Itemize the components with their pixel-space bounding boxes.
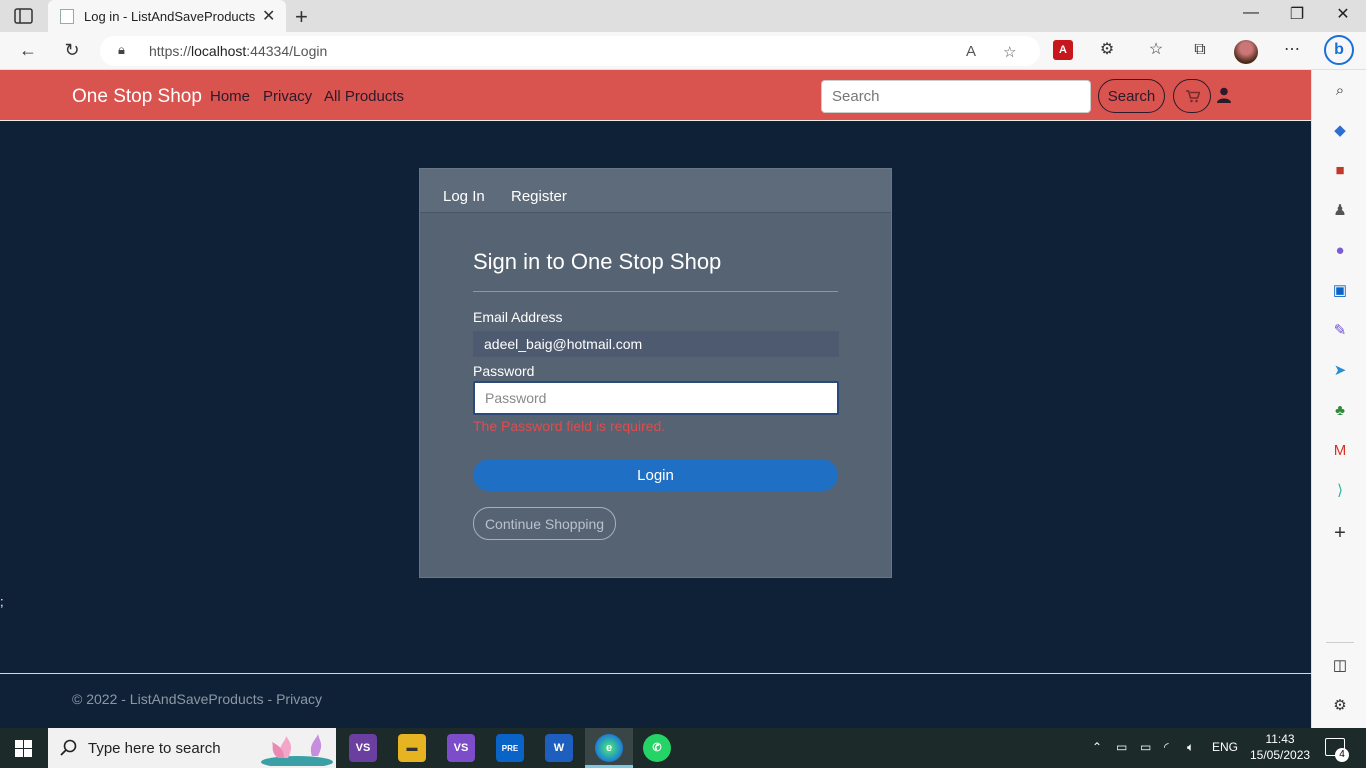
sidebar-outlook-icon[interactable]: ▣ [1329,280,1351,302]
search-icon [60,739,77,756]
minimize-icon[interactable]: — [1236,4,1266,22]
login-card: Log In Register Sign in to One Stop Shop… [419,168,892,578]
sidebar-designer-icon[interactable]: ✎ [1329,320,1351,342]
sidebar-office-icon[interactable]: ● [1329,240,1351,262]
nav-link-all-products[interactable]: All Products [324,88,404,105]
site-navbar: One Stop Shop Home Privacy All Products … [0,70,1311,121]
edge-icon[interactable]: e [595,734,623,762]
clock-date: 15/05/2023 [1250,748,1311,762]
cart-button[interactable] [1173,79,1211,113]
page-favicon-icon [60,9,74,24]
visual-studio-icon[interactable]: VS [349,734,377,762]
meet-now-icon[interactable]: ▭ [1116,740,1127,754]
title-divider [473,291,838,292]
refresh-icon[interactable]: ↻ [61,40,83,61]
tab-login[interactable]: Log In [443,188,485,205]
restore-icon[interactable]: ❐ [1282,4,1312,24]
web-page: One Stop Shop Home Privacy All Products … [0,70,1311,728]
taskbar-search-placeholder: Type here to search [88,740,221,757]
lock-icon[interactable]: 🔒︎ [118,42,125,58]
bing-copilot-icon[interactable]: b [1324,35,1354,65]
tab-title: Log in - ListAndSaveProducts [84,9,256,24]
site-brand[interactable]: One Stop Shop [72,86,202,108]
sidebar-search-icon[interactable]: ⌕ [1329,80,1351,102]
tab-close-icon[interactable]: ✕ [262,6,275,26]
battery-icon[interactable]: ▭ [1140,740,1151,754]
user-icon[interactable] [1217,87,1231,103]
volume-muted-icon[interactable]: 🔈︎ [1187,740,1194,755]
continue-shopping-button[interactable]: Continue Shopping [473,507,616,540]
sidebar-settings-icon[interactable]: ⚙ [1329,695,1351,717]
lotus-illustration-icon [261,734,333,766]
sidebar-add-icon[interactable]: + [1329,522,1351,544]
footer-copyright: © 2022 - ListAndSaveProducts - [72,691,277,707]
sidebar-tree-icon[interactable]: ♣ [1329,400,1351,422]
read-aloud-icon[interactable]: A [966,43,976,60]
collections-icon[interactable]: ⧉ [1190,40,1210,60]
sidebar-games-icon[interactable]: ♟ [1329,200,1351,222]
email-label: Email Address [473,309,563,325]
window-close-icon[interactable]: ✕ [1328,4,1358,24]
browser-tab[interactable]: Log in - ListAndSaveProducts ✕ [48,0,286,32]
wifi-icon[interactable]: ◜ [1164,740,1169,754]
back-icon[interactable]: ← [17,40,39,61]
login-card-tabs: Log In Register [420,169,891,213]
file-explorer-icon[interactable]: ▬ [398,734,426,762]
outlook-preview-icon[interactable]: PRE [496,734,524,762]
taskbar-search-box[interactable]: Type here to search [48,728,336,768]
visual-studio-preview-icon[interactable]: VS [447,734,475,762]
sidebar-gmail-icon[interactable]: M [1329,440,1351,462]
site-search-button[interactable]: Search [1098,79,1165,113]
new-tab-icon[interactable]: + [295,4,308,30]
nav-link-home[interactable]: Home [210,88,250,105]
email-field[interactable] [473,331,839,357]
pdf-extension-icon[interactable]: A [1053,40,1073,60]
whatsapp-icon[interactable]: ✆ [643,734,671,762]
sidebar-tools-icon[interactable]: ■ [1329,160,1351,182]
extensions-icon[interactable]: ⚙ [1097,40,1117,60]
site-search-input[interactable] [821,80,1091,113]
settings-more-icon[interactable]: ⋯ [1282,40,1302,60]
profile-avatar[interactable] [1234,40,1258,64]
login-title: Sign in to One Stop Shop [473,249,722,274]
address-bar[interactable]: 🔒︎ https://localhost:44334/Login A ☆ [100,36,1040,66]
cart-icon [1186,90,1200,103]
sidebar-shopping-icon[interactable]: ◆ [1329,120,1351,142]
clock-time: 11:43 [1265,732,1295,746]
windows-taskbar: Type here to search VS ▬ VS PRE W e ✆ ⌃ … [0,728,1366,768]
tab-register[interactable]: Register [511,188,567,205]
tab-actions-icon[interactable] [14,7,34,25]
stray-text: ; [0,594,4,609]
footer: © 2022 - ListAndSaveProducts - Privacy [72,691,322,707]
favorites-icon[interactable]: ☆ [1146,40,1166,60]
browser-toolbar: ← ↻ 🔒︎ https://localhost:44334/Login A ☆… [0,32,1366,70]
taskbar-clock[interactable]: 11:43 15/05/2023 [1250,731,1310,763]
password-error-message: The Password field is required. [473,418,666,434]
add-favorite-icon[interactable]: ☆ [1003,43,1016,61]
edge-sidebar: ⌕ ◆ ■ ♟ ● ▣ ✎ ➤ ♣ M ⟩ + ◫ ⚙ [1311,70,1366,728]
language-indicator[interactable]: ENG [1212,740,1238,754]
password-label: Password [473,363,535,379]
url-text: https://localhost:44334/Login [149,43,328,59]
word-icon[interactable]: W [545,734,573,762]
sidebar-divider [1326,642,1354,643]
login-button[interactable]: Login [473,459,838,491]
tray-chevron-icon[interactable]: ⌃ [1092,740,1102,754]
sidebar-panel-icon[interactable]: ◫ [1329,655,1351,677]
notification-count-badge: 4 [1335,748,1349,762]
footer-privacy-link[interactable]: Privacy [276,691,322,707]
footer-divider [0,673,1311,674]
windows-start-icon[interactable] [15,740,32,757]
sidebar-chat-icon[interactable]: ⟩ [1329,480,1351,502]
password-field[interactable] [473,381,839,415]
nav-link-privacy[interactable]: Privacy [263,88,312,105]
browser-titlebar: Log in - ListAndSaveProducts ✕ + — ❐ ✕ [0,0,1366,32]
sidebar-send-icon[interactable]: ➤ [1329,360,1351,382]
